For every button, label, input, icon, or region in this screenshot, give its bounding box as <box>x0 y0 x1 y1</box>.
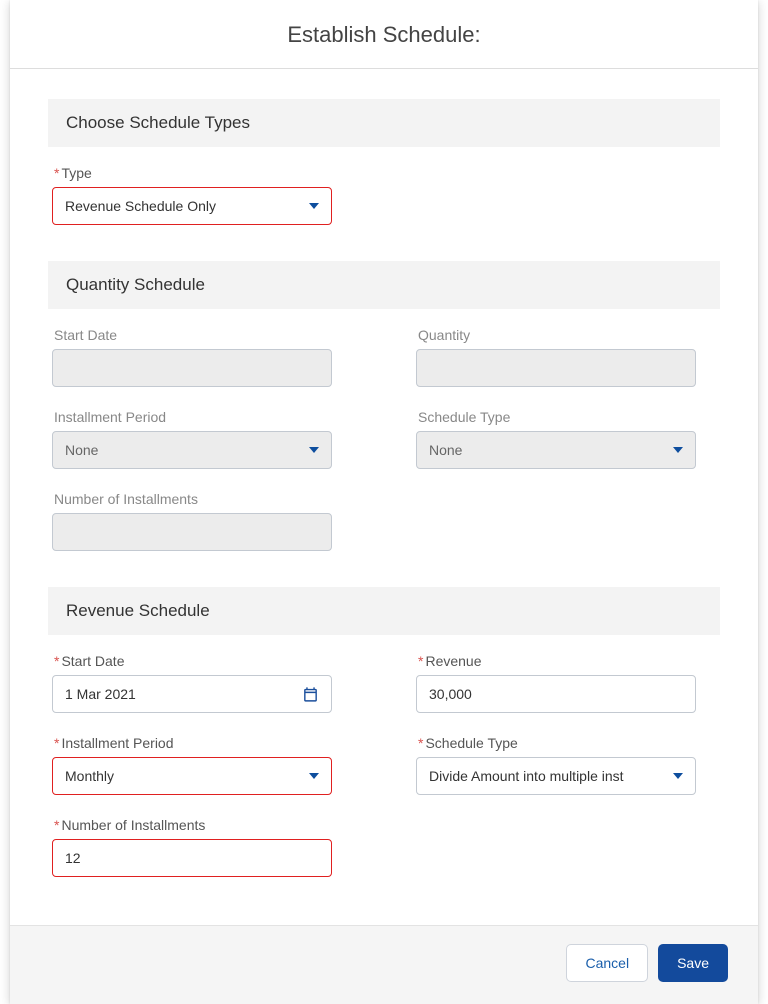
r-revenue-label: *Revenue <box>418 653 720 669</box>
required-asterisk: * <box>418 735 423 751</box>
q-schedule-type-select[interactable]: None <box>416 431 696 469</box>
section-choose-types-title: Choose Schedule Types <box>48 99 720 147</box>
section-revenue-title: Revenue Schedule <box>48 587 720 635</box>
r-num-installments-label: *Number of Installments <box>54 817 356 833</box>
q-start-date-input[interactable] <box>52 349 332 387</box>
modal-footer: Cancel Save <box>10 925 758 1004</box>
r-schedule-type-select[interactable]: Divide Amount into multiple inst <box>416 757 696 795</box>
chevron-down-icon <box>309 447 319 453</box>
field-r-install-period: *Installment Period Monthly <box>52 735 356 795</box>
r-schedule-type-label: *Schedule Type <box>418 735 720 751</box>
q-install-period-select[interactable]: None <box>52 431 332 469</box>
r-start-date-input[interactable]: 1 Mar 2021 <box>52 675 332 713</box>
r-start-date-label: *Start Date <box>54 653 356 669</box>
field-r-revenue: *Revenue 30,000 <box>416 653 720 713</box>
type-select-value: Revenue Schedule Only <box>65 198 216 214</box>
modal-title: Establish Schedule: <box>10 0 758 69</box>
field-type: *Type Revenue Schedule Only <box>48 165 720 225</box>
cancel-button[interactable]: Cancel <box>566 944 648 982</box>
q-quantity-label: Quantity <box>418 327 720 343</box>
field-q-start-date: Start Date <box>52 327 356 387</box>
field-q-schedule-type: Schedule Type None <box>416 409 720 469</box>
chevron-down-icon <box>309 203 319 209</box>
type-select[interactable]: Revenue Schedule Only <box>52 187 332 225</box>
field-q-quantity: Quantity <box>416 327 720 387</box>
q-install-period-label: Installment Period <box>54 409 356 425</box>
field-r-start-date: *Start Date 1 Mar 2021 <box>52 653 356 713</box>
section-quantity-title: Quantity Schedule <box>48 261 720 309</box>
required-asterisk: * <box>54 817 59 833</box>
q-quantity-input[interactable] <box>416 349 696 387</box>
chevron-down-icon <box>673 447 683 453</box>
required-asterisk: * <box>54 165 59 181</box>
r-install-period-label: *Installment Period <box>54 735 356 751</box>
required-asterisk: * <box>418 653 423 669</box>
q-num-installments-label: Number of Installments <box>54 491 356 507</box>
save-button[interactable]: Save <box>658 944 728 982</box>
establish-schedule-modal: Establish Schedule: Choose Schedule Type… <box>10 0 758 1004</box>
modal-body: Choose Schedule Types *Type Revenue Sche… <box>10 69 758 925</box>
r-num-installments-input[interactable]: 12 <box>52 839 332 877</box>
q-start-date-label: Start Date <box>54 327 356 343</box>
field-q-num-installments: Number of Installments <box>52 491 356 551</box>
required-asterisk: * <box>54 735 59 751</box>
field-r-num-installments: *Number of Installments 12 <box>52 817 356 877</box>
r-revenue-input[interactable]: 30,000 <box>416 675 696 713</box>
chevron-down-icon <box>673 773 683 779</box>
q-num-installments-input[interactable] <box>52 513 332 551</box>
required-asterisk: * <box>54 653 59 669</box>
r-install-period-select[interactable]: Monthly <box>52 757 332 795</box>
field-r-schedule-type: *Schedule Type Divide Amount into multip… <box>416 735 720 795</box>
calendar-icon <box>302 686 319 703</box>
q-schedule-type-label: Schedule Type <box>418 409 720 425</box>
type-label: *Type <box>54 165 720 181</box>
chevron-down-icon <box>309 773 319 779</box>
field-q-install-period: Installment Period None <box>52 409 356 469</box>
